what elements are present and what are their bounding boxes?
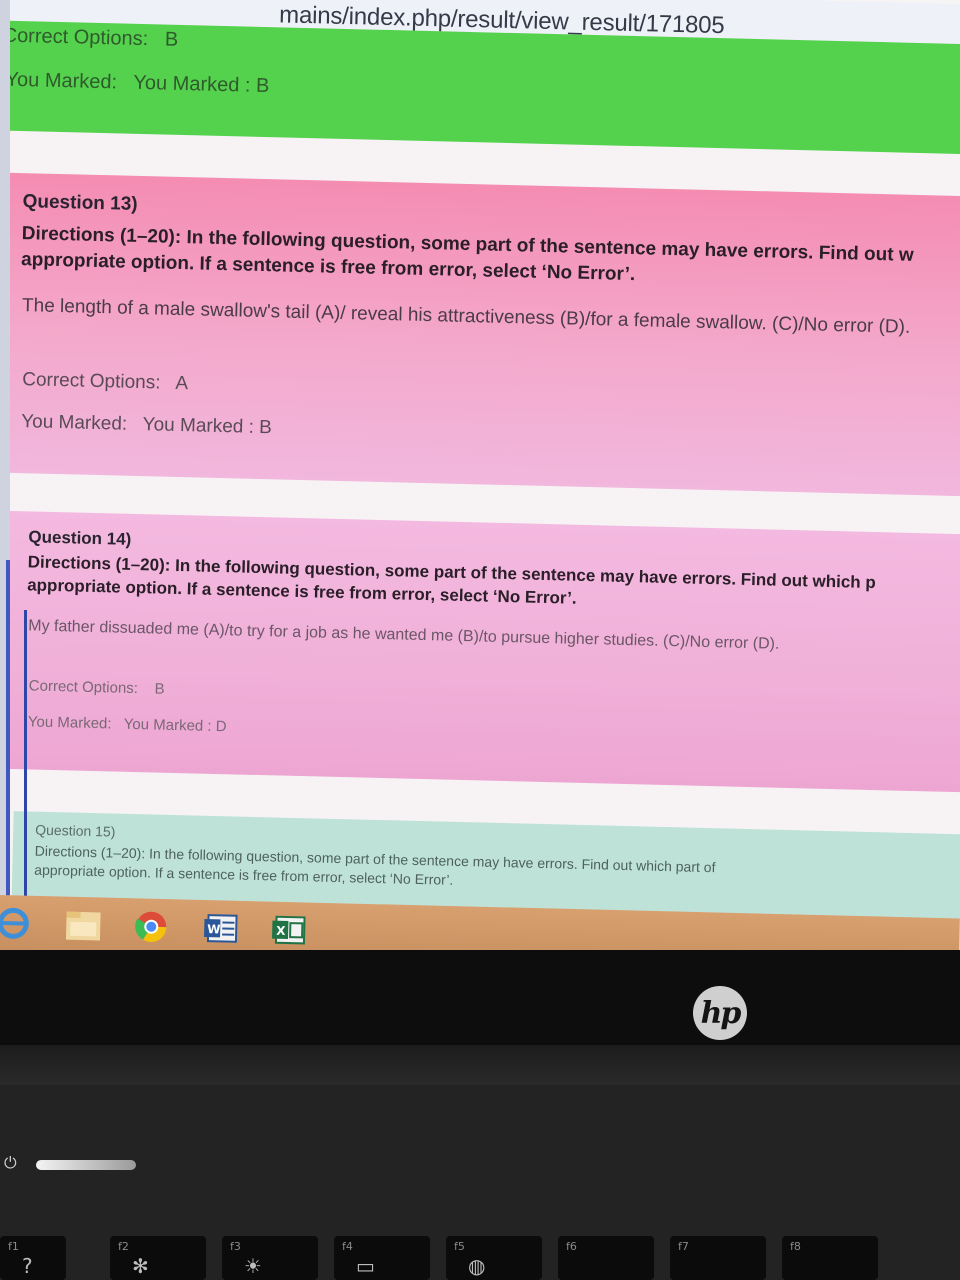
you-marked-value: You Marked : B: [142, 414, 273, 439]
correct-options-value: B: [164, 28, 179, 51]
question-sentence: My father dissuaded me (A)/to try for a …: [28, 617, 780, 653]
question-directions: Directions (1–20): In the following ques…: [27, 551, 876, 618]
window-border: [24, 610, 27, 910]
correct-options-label: Correct Options:: [28, 677, 139, 698]
key-f3[interactable]: f3 ☀: [222, 1236, 318, 1280]
you-marked-label: You Marked:: [20, 411, 128, 435]
question-card-14: Question 14) Directions (1–20): In the f…: [0, 510, 960, 793]
word-icon[interactable]: W: [201, 908, 242, 949]
you-marked-label: You Marked:: [5, 68, 118, 94]
question-card-12: Correct Options: B You Marked: You Marke…: [0, 20, 960, 155]
ie-icon[interactable]: [0, 903, 34, 944]
you-marked-row: You Marked: You Marked : B: [5, 69, 269, 98]
excel-icon[interactable]: X: [269, 910, 310, 951]
correct-options-label: Correct Options:: [21, 369, 161, 394]
question-title: Question 13): [22, 191, 138, 215]
svg-text:W: W: [207, 922, 221, 936]
correct-options-row: Correct Options: B: [2, 25, 178, 52]
correct-options-label: Correct Options:: [2, 24, 149, 51]
you-marked-label: You Marked:: [27, 713, 112, 733]
question-title: Question 14): [28, 527, 132, 549]
chrome-icon[interactable]: [131, 906, 172, 947]
question-title: Question 15): [35, 821, 116, 840]
svg-text:X: X: [276, 924, 286, 938]
question-directions: Directions (1–20): In the following ques…: [34, 842, 716, 896]
key-f8[interactable]: f8: [782, 1236, 878, 1280]
correct-options-value: B: [154, 680, 165, 698]
question-directions: Directions (1–20): In the following ques…: [21, 221, 914, 294]
you-marked-value: You Marked : B: [133, 71, 270, 98]
you-marked-row: You Marked: You Marked : B: [21, 411, 272, 439]
key-f1[interactable]: f1?: [0, 1236, 66, 1280]
you-marked-value: You Marked : D: [123, 715, 227, 736]
monitor-screen: mains/index.php/result/view_result/17180…: [0, 0, 960, 960]
correct-options-row: Correct Options: B: [29, 677, 165, 697]
question-card-13: Question 13) Directions (1–20): In the f…: [0, 172, 960, 497]
correct-options-value: A: [175, 372, 189, 395]
power-led: [36, 1160, 136, 1170]
you-marked-row: You Marked: You Marked : D: [28, 713, 227, 735]
hp-logo: hp: [693, 986, 747, 1040]
key-f2[interactable]: f2 ✻: [110, 1236, 206, 1280]
key-f7[interactable]: f7: [670, 1236, 766, 1280]
question-sentence: The length of a male swallow's tail (A)/…: [21, 295, 911, 338]
file-explorer-icon[interactable]: [63, 905, 104, 946]
key-f4[interactable]: f4 ▭: [334, 1236, 430, 1280]
browser-viewport: mains/index.php/result/view_result/17180…: [0, 0, 960, 960]
correct-options-row: Correct Options: A: [22, 369, 188, 395]
key-f6[interactable]: f6: [558, 1236, 654, 1280]
power-icon: ⏻: [4, 1155, 17, 1172]
key-f5[interactable]: f5 ◍: [446, 1236, 542, 1280]
laptop-hinge: [0, 1045, 960, 1085]
